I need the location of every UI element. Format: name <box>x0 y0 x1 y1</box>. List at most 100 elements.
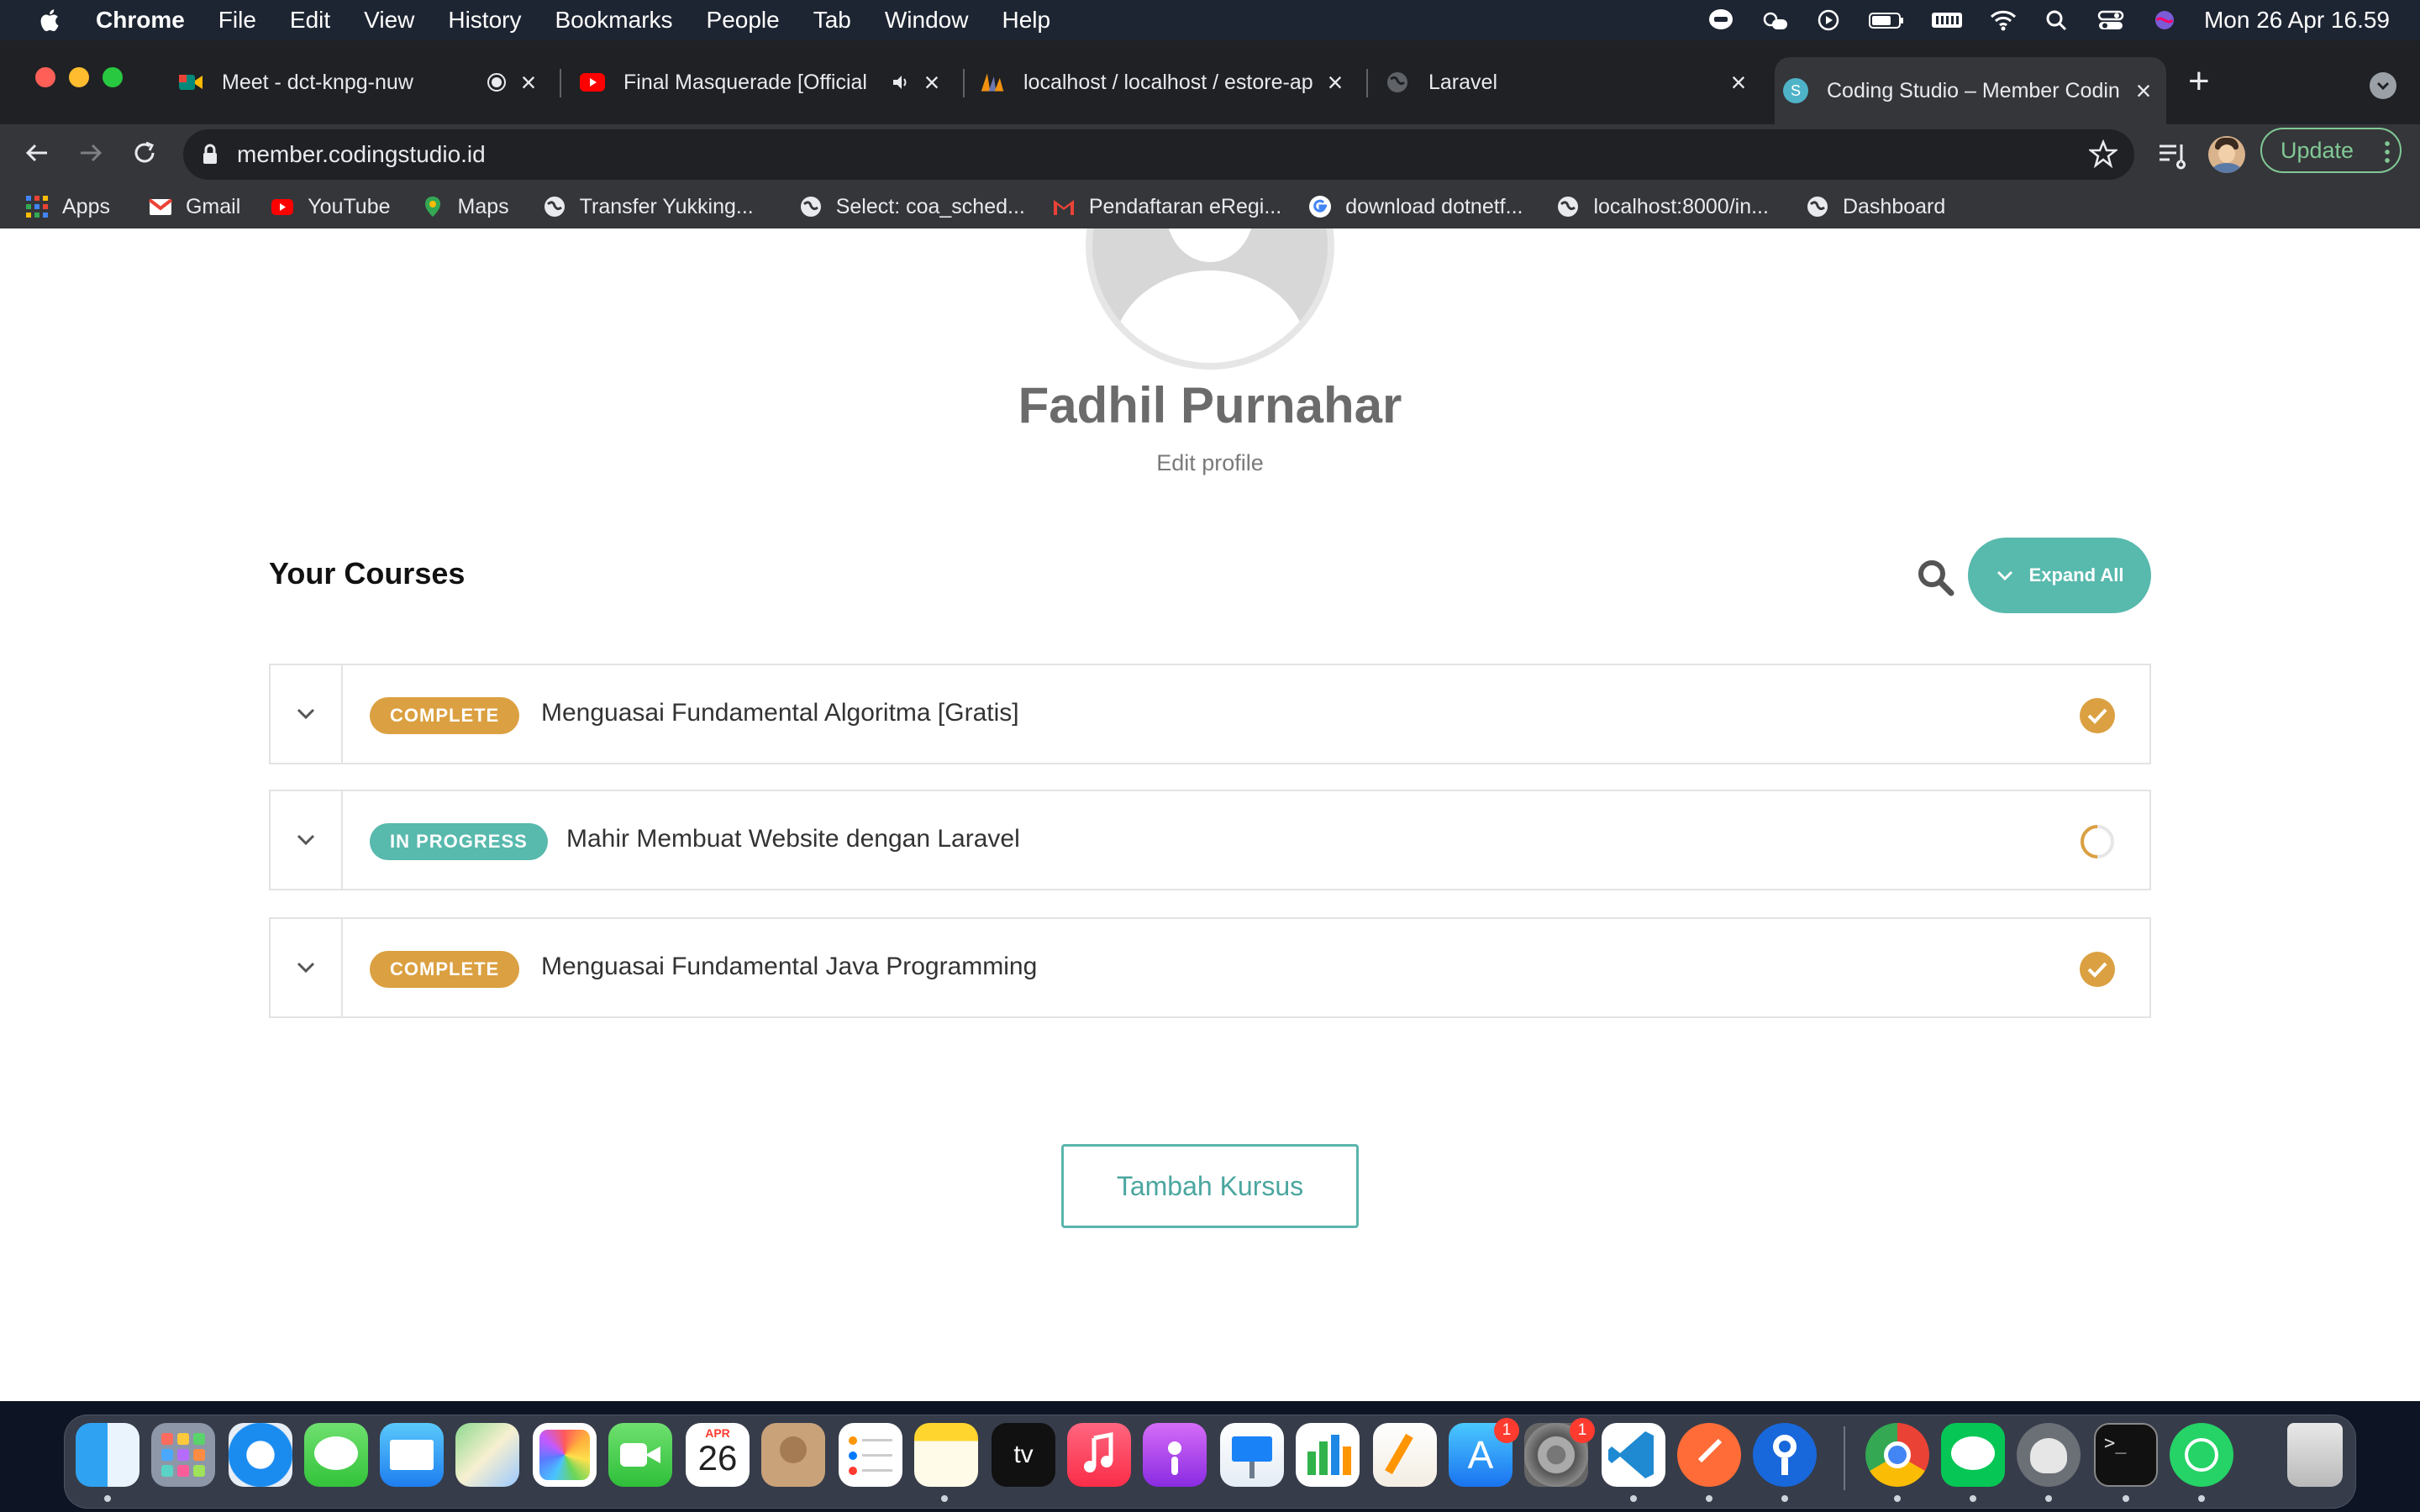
bookmark-maps[interactable]: Maps <box>421 195 509 219</box>
close-tab-icon[interactable]: × <box>516 67 541 98</box>
menu-help[interactable]: Help <box>1002 7 1050 34</box>
chrome-icon[interactable] <box>1865 1423 1929 1487</box>
weather-status-icon[interactable] <box>1760 8 1789 33</box>
apple-logo-icon[interactable] <box>37 8 60 33</box>
bookmark-star-icon[interactable] <box>2089 139 2118 168</box>
postman-icon[interactable] <box>1677 1423 1741 1487</box>
menu-file[interactable]: File <box>218 7 256 34</box>
close-window-button[interactable] <box>35 67 55 87</box>
menu-window[interactable]: Window <box>885 7 969 34</box>
calendar-icon[interactable]: APR 26 <box>686 1423 750 1487</box>
messages-icon[interactable] <box>304 1423 368 1487</box>
whatsapp-icon[interactable] <box>2170 1423 2233 1487</box>
finder-icon[interactable] <box>76 1423 139 1487</box>
battery-icon[interactable] <box>1868 8 1905 33</box>
tableplus-icon[interactable] <box>2017 1423 2081 1487</box>
contacts-icon[interactable] <box>761 1423 825 1487</box>
tab-youtube[interactable]: Final Masquerade [Official × <box>568 57 955 108</box>
tab-meet[interactable]: Meet - dct-knpg-nuw × <box>165 57 551 108</box>
sourcetree-icon[interactable] <box>1753 1423 1817 1487</box>
course-expand-toggle[interactable] <box>271 665 343 763</box>
siri-icon[interactable] <box>2150 8 2179 33</box>
bookmark-select-coa[interactable]: Select: coa_sched... <box>799 195 1025 219</box>
line-app-icon[interactable] <box>1941 1423 2005 1487</box>
reload-button[interactable] <box>126 134 163 171</box>
back-button[interactable] <box>18 134 55 171</box>
launchpad-icon[interactable] <box>151 1423 215 1487</box>
close-tab-icon[interactable]: × <box>919 67 944 98</box>
course-title[interactable]: Menguasai Fundamental Algoritma [Gratis] <box>541 699 1019 727</box>
memory-status-icon[interactable] <box>1930 8 1964 33</box>
safari-icon[interactable] <box>229 1423 292 1487</box>
expand-all-button[interactable]: Expand All <box>1968 538 2151 613</box>
photos-icon[interactable] <box>533 1423 597 1487</box>
course-row[interactable]: COMPLETE Menguasai Fundamental Algoritma… <box>269 664 2151 764</box>
vscode-icon[interactable] <box>1602 1423 1665 1487</box>
tab-phpmyadmin[interactable]: localhost / localhost / estore-ap × <box>971 57 1358 108</box>
menu-tab[interactable]: Tab <box>813 7 851 34</box>
new-tab-button[interactable]: + <box>2188 60 2210 102</box>
address-bar[interactable]: member.codingstudio.id <box>183 129 2134 180</box>
numbers-icon[interactable] <box>1296 1423 1360 1487</box>
bookmark-transfer[interactable]: Transfer Yukking... <box>543 195 754 219</box>
menubar-clock[interactable]: Mon 26 Apr 16.59 <box>2204 7 2390 34</box>
course-row[interactable]: COMPLETE Menguasai Fundamental Java Prog… <box>269 917 2151 1018</box>
edit-profile-link[interactable]: Edit profile <box>0 450 2420 476</box>
pages-icon[interactable] <box>1373 1423 1437 1487</box>
menu-bookmarks[interactable]: Bookmarks <box>555 7 672 34</box>
kebab-menu-icon[interactable] <box>2385 139 2390 163</box>
wifi-icon[interactable] <box>1989 8 2018 33</box>
url-text[interactable]: member.codingstudio.id <box>237 141 486 168</box>
bookmark-pendaftaran[interactable]: Pendaftaran eRegi... <box>1052 195 1281 219</box>
reading-list-icon[interactable] <box>2156 139 2190 170</box>
speaker-icon[interactable] <box>891 72 911 92</box>
lock-icon[interactable] <box>202 144 218 165</box>
line-status-icon[interactable] <box>1707 8 1735 33</box>
course-row[interactable]: IN PROGRESS Mahir Membuat Website dengan… <box>269 790 2151 890</box>
podcasts-icon[interactable] <box>1143 1423 1207 1487</box>
facetime-icon[interactable] <box>608 1423 672 1487</box>
spotlight-search-icon[interactable] <box>2043 8 2071 33</box>
bookmark-apps[interactable]: Apps <box>25 195 110 219</box>
menu-edit[interactable]: Edit <box>290 7 330 34</box>
apple-tv-icon[interactable]: tv <box>992 1423 1055 1487</box>
update-chrome-button[interactable]: Update <box>2260 128 2402 173</box>
course-expand-toggle[interactable] <box>271 919 343 1016</box>
reminders-icon[interactable] <box>839 1423 902 1487</box>
profile-avatar[interactable] <box>2208 136 2245 173</box>
tab-search-button[interactable] <box>2370 72 2396 99</box>
control-center-icon[interactable] <box>2096 8 2125 33</box>
course-title[interactable]: Mahir Membuat Website dengan Laravel <box>566 825 1020 853</box>
menu-history[interactable]: History <box>448 7 521 34</box>
zoom-window-button[interactable] <box>103 67 123 87</box>
play-status-icon[interactable] <box>1814 8 1843 33</box>
bookmark-dotnet[interactable]: download dotnetf... <box>1308 195 1523 219</box>
edit-profile-label[interactable]: Edit profile <box>1156 450 1264 475</box>
menu-people[interactable]: People <box>707 7 780 34</box>
mail-icon[interactable] <box>380 1423 444 1487</box>
bookmark-localhost[interactable]: localhost:8000/in... <box>1556 195 1769 219</box>
course-expand-toggle[interactable] <box>271 791 343 889</box>
menu-view[interactable]: View <box>364 7 414 34</box>
trash-icon[interactable] <box>2287 1423 2343 1487</box>
tab-laravel[interactable]: Laravel × <box>1375 57 1761 108</box>
bookmark-youtube[interactable]: YouTube <box>271 195 391 219</box>
tab-coding-studio[interactable]: S Coding Studio – Member Codin × <box>1775 57 2166 124</box>
add-course-button[interactable]: Tambah Kursus <box>1061 1144 1359 1228</box>
close-tab-icon[interactable]: × <box>2131 76 2156 107</box>
bookmark-dashboard[interactable]: Dashboard <box>1806 195 1945 219</box>
expand-all-label: Expand All <box>2028 564 2124 585</box>
notes-icon[interactable] <box>914 1423 978 1487</box>
search-icon[interactable] <box>1916 558 1954 596</box>
maps-icon[interactable] <box>455 1423 519 1487</box>
close-tab-icon[interactable]: × <box>1323 67 1348 98</box>
menu-app-chrome[interactable]: Chrome <box>96 7 185 34</box>
course-title[interactable]: Menguasai Fundamental Java Programming <box>541 953 1037 981</box>
forward-button[interactable] <box>72 134 109 171</box>
close-tab-icon[interactable]: × <box>1726 67 1751 98</box>
bookmark-gmail[interactable]: Gmail <box>148 195 240 219</box>
minimize-window-button[interactable] <box>69 67 89 87</box>
keynote-icon[interactable] <box>1220 1423 1284 1487</box>
music-icon[interactable] <box>1067 1423 1131 1487</box>
terminal-icon[interactable]: >_ <box>2094 1423 2158 1487</box>
